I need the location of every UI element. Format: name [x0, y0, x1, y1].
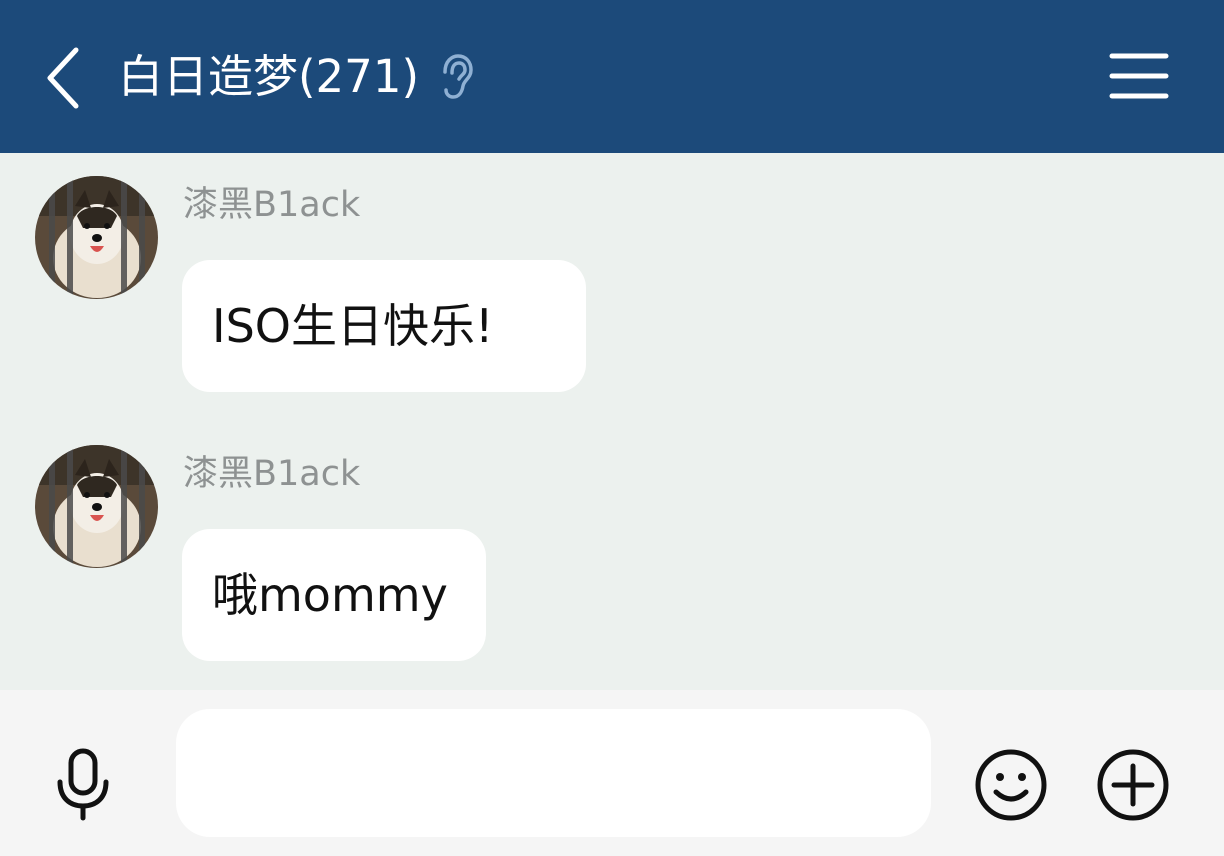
- microphone-icon: [57, 748, 109, 821]
- ear-icon: [443, 54, 473, 99]
- voice-button[interactable]: [50, 746, 116, 822]
- more-button[interactable]: [1094, 746, 1172, 824]
- sender-name: 漆黑B1ack: [183, 454, 361, 494]
- message-bubble[interactable]: 哦mommy: [182, 529, 486, 661]
- message-input[interactable]: [176, 709, 931, 837]
- chat-screen: 白日造梦(271) 漆黑B1ack ISO生日快乐! 漆黑B1ack 哦momm…: [0, 0, 1224, 856]
- message-bubble[interactable]: ISO生日快乐!: [182, 260, 586, 392]
- dog-avatar-icon: [35, 445, 158, 568]
- sender-name: 漆黑B1ack: [183, 185, 361, 225]
- menu-button[interactable]: [1100, 44, 1180, 110]
- sender-avatar[interactable]: [35, 176, 158, 299]
- input-bar: [0, 690, 1224, 856]
- smiley-icon: [975, 749, 1047, 821]
- back-button[interactable]: [40, 40, 90, 116]
- emoji-button[interactable]: [972, 746, 1050, 824]
- sender-avatar[interactable]: [35, 445, 158, 568]
- plus-circle-icon: [1097, 749, 1169, 821]
- hamburger-menu-icon: [1109, 53, 1169, 99]
- chat-title: 白日造梦(271): [118, 50, 420, 103]
- chat-header: 白日造梦(271): [0, 0, 1224, 153]
- chevron-left-icon: [47, 47, 79, 109]
- dog-avatar-icon: [35, 176, 158, 299]
